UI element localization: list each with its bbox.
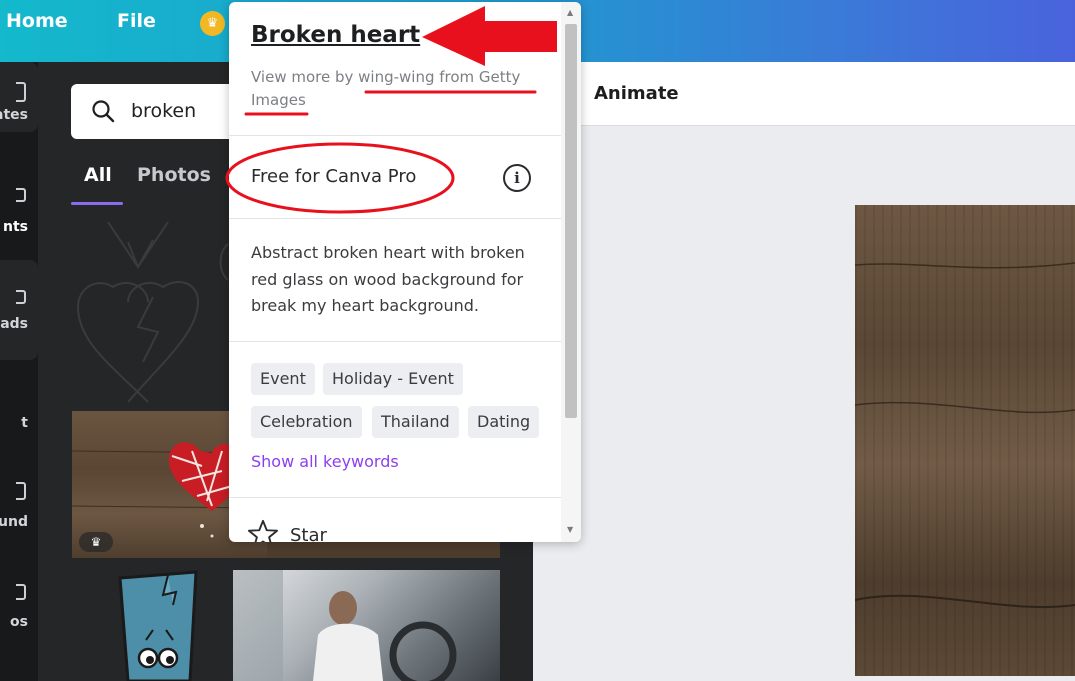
- keyword-chip[interactable]: Celebration: [251, 406, 362, 438]
- image-description: Abstract broken heart with broken red gl…: [251, 243, 525, 315]
- animate-button[interactable]: Animate: [594, 83, 679, 104]
- home-menu[interactable]: Home: [6, 10, 68, 32]
- elements-icon: [16, 188, 26, 202]
- rail-item-elements[interactable]: nts: [0, 168, 38, 238]
- tab-all[interactable]: All: [84, 164, 112, 186]
- keyword-chip[interactable]: Thailand: [372, 406, 459, 438]
- divider: [229, 341, 561, 342]
- search-box[interactable]: broken: [71, 84, 251, 139]
- templates-icon: [16, 82, 26, 102]
- license-label: Free for Canva Pro: [251, 166, 417, 187]
- popup-content: Broken heart View more by wing-wing from…: [229, 2, 561, 542]
- keyword-chip[interactable]: Dating: [468, 406, 540, 438]
- background-icon: [16, 482, 26, 500]
- popup-title: Broken heart: [251, 22, 421, 48]
- show-all-keywords-link[interactable]: Show all keywords: [251, 452, 399, 471]
- keyword-chip[interactable]: Holiday - Event: [323, 363, 463, 395]
- man-driving-image: [233, 570, 457, 681]
- broken-glass-cartoon[interactable]: [118, 570, 198, 681]
- canvas-wood-background[interactable]: [854, 205, 1075, 676]
- image-info-popup: Broken heart View more by wing-wing from…: [229, 2, 581, 542]
- rail-label-elements: nts: [3, 219, 28, 235]
- rail-item-photos[interactable]: os: [0, 574, 38, 644]
- partial-thumbnail[interactable]: [216, 242, 230, 282]
- scroll-down-icon[interactable]: ▼: [567, 525, 573, 534]
- file-menu[interactable]: File: [117, 10, 156, 32]
- rail-label-background: ound: [0, 514, 28, 530]
- rail-label-photos: os: [10, 614, 28, 630]
- star-label[interactable]: Star: [290, 525, 327, 542]
- rail-label-templates: ates: [0, 107, 28, 123]
- keyword-chip[interactable]: Event: [251, 363, 315, 395]
- tab-photos[interactable]: Photos: [137, 164, 211, 186]
- divider: [229, 218, 561, 219]
- search-icon: [92, 100, 115, 123]
- divider: [229, 135, 561, 136]
- rail-item-background[interactable]: ound: [0, 472, 38, 542]
- photos-icon: [16, 584, 26, 600]
- search-input[interactable]: broken: [131, 100, 196, 122]
- wood-texture: [854, 262, 1075, 609]
- rail-label-uploads: ads: [0, 316, 28, 332]
- info-icon[interactable]: i: [503, 164, 531, 192]
- author-link[interactable]: View more by wing-wing from Getty Images: [251, 66, 551, 112]
- scroll-thumb[interactable]: [565, 24, 577, 418]
- left-rail: ates nts ads t ound os: [0, 62, 38, 681]
- star-icon[interactable]: [246, 519, 280, 542]
- divider: [229, 497, 561, 498]
- uploads-icon: [16, 290, 26, 304]
- pro-crown-icon: ♛: [79, 532, 113, 552]
- rail-label-text: t: [21, 415, 28, 431]
- editor-toolbar: Animate: [533, 62, 1075, 126]
- crown-icon[interactable]: ♛: [200, 11, 225, 36]
- popup-scrollbar[interactable]: ▲ ▼: [561, 2, 581, 542]
- rail-item-text[interactable]: t: [0, 382, 38, 452]
- rail-item-uploads[interactable]: ads: [0, 260, 38, 360]
- man-in-car-photo[interactable]: [233, 570, 500, 681]
- rail-item-templates[interactable]: ates: [0, 62, 38, 132]
- scroll-up-icon[interactable]: ▲: [567, 8, 573, 17]
- tab-active-indicator: [71, 202, 123, 205]
